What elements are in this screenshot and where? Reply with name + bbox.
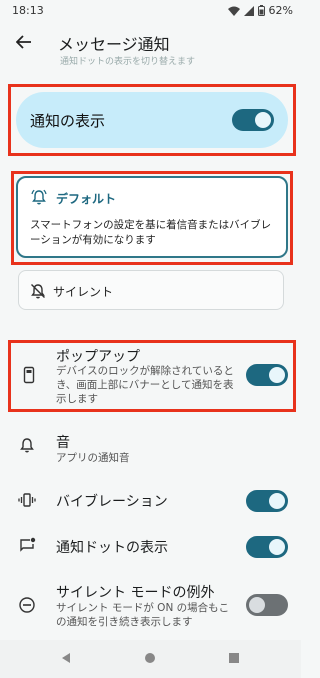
nav-home-icon[interactable] [144,652,156,664]
vibration-toggle[interactable] [246,490,288,512]
sound-subtitle: アプリの通知音 [56,452,130,464]
page-title: メッセージ通知 [58,35,170,54]
popup-toggle[interactable] [246,364,288,386]
vibration-icon [18,493,36,507]
default-option-title: デフォルト [56,192,117,206]
show-notifications-card[interactable]: 通知の表示 [16,92,288,148]
navigation-bar [0,640,301,678]
wifi-icon [227,6,240,16]
dnd-override-toggle[interactable] [246,594,288,616]
show-notifications-label: 通知の表示 [30,112,106,130]
popup-title: ポップアップ [56,349,140,365]
dnd-override-title: サイレント モードの例外 [56,585,215,601]
notification-dot-toggle[interactable] [246,536,288,558]
phone-icon [23,366,35,384]
battery-percent: 62% [268,4,293,17]
back-button[interactable] [10,28,38,56]
status-icons: 62% [227,4,293,17]
vibration-title: バイブレーション [56,494,168,510]
scrolled-hint-text: 通知ドットの表示を切り替えます [60,57,196,67]
notification-dot-icon [20,537,36,552]
status-bar: 18:13 62% [0,0,301,22]
signal-icon [243,5,254,16]
popup-description: デバイスのロックが解除されているとき、画面上部にバナーとして通知を表示します [56,365,234,405]
battery-icon [257,5,265,16]
bell-icon [20,438,34,453]
silent-option-title: サイレント [53,285,114,299]
show-notifications-toggle[interactable] [232,109,274,131]
sound-title: 音 [56,435,70,451]
arrow-back-icon [16,35,31,49]
nav-recents-icon[interactable] [228,652,240,664]
bell-off-icon [31,284,45,299]
bell-ring-icon [31,189,47,205]
default-option-card[interactable]: デフォルト スマートフォンの設定を基に着信音またはバイブレーションが有効になりま… [16,176,288,258]
default-option-description: スマートフォンの設定を基に着信音またはバイブレーションが有効になります [30,219,272,246]
do-not-disturb-icon [19,597,35,613]
status-time: 18:13 [12,4,44,17]
nav-back-icon[interactable] [60,652,72,664]
notification-dot-title: 通知ドットの表示 [56,540,168,556]
silent-option-card[interactable]: サイレント [18,270,284,310]
dnd-override-description: サイレント モードが ON の場合もこの通知を引き続き表示します [56,602,230,628]
